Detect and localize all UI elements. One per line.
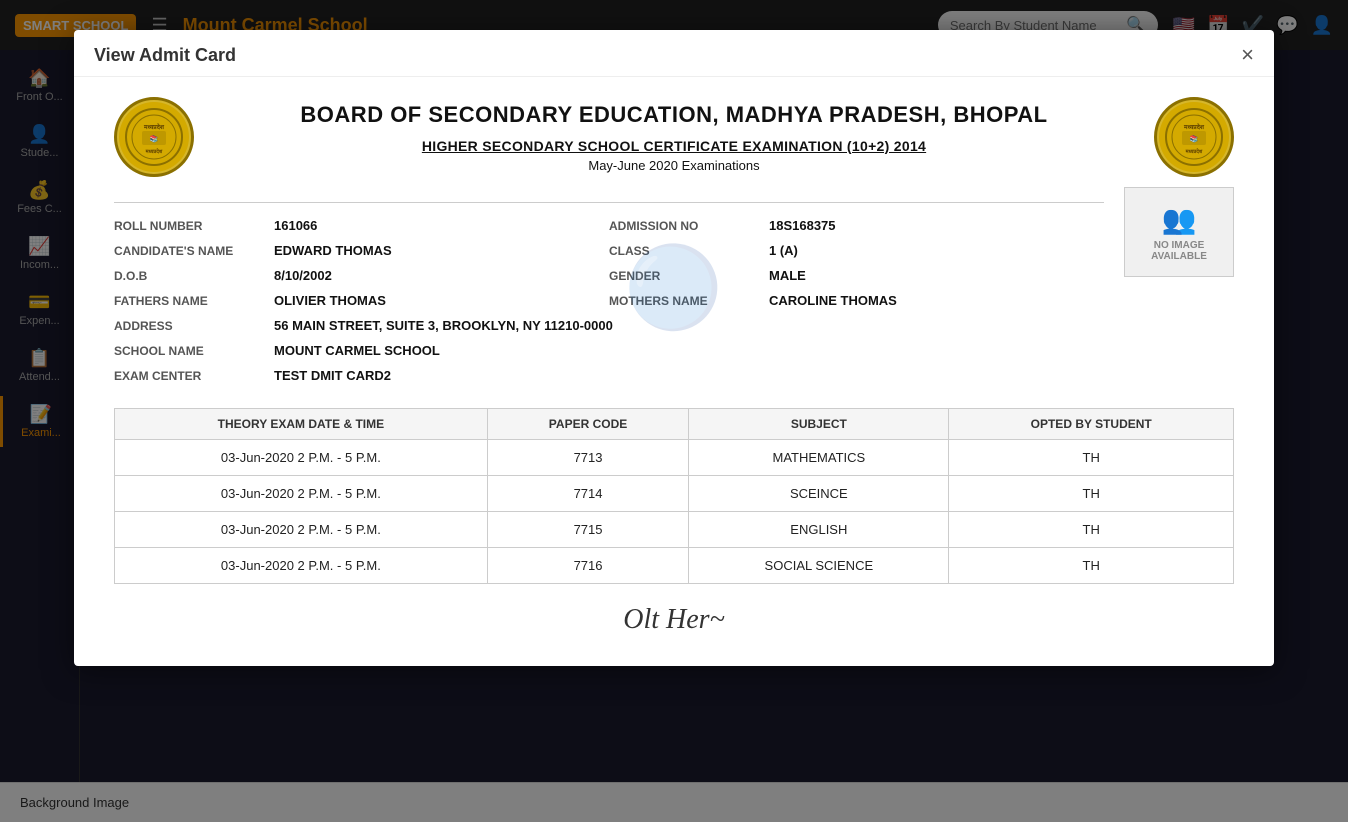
right-emblem-inner: मध्यप्रदेश 📚 मध्यप्रदेश: [1159, 102, 1229, 172]
table-row: 03-Jun-2020 2 P.M. - 5 P.M. 7715 ENGLISH…: [115, 512, 1234, 548]
svg-text:मध्यप्रदेश: मध्यप्रदेश: [1185, 148, 1203, 155]
info-watermark-container: 🔵 ROLL NUMBER 161066 ADM: [114, 187, 1234, 388]
left-emblem-inner: मध्यप्रदेश 📚 मध्यप्रदेश: [119, 102, 189, 172]
svg-text:📚: 📚: [1190, 134, 1199, 143]
mothers-name-label: MOTHERS NAME: [609, 294, 769, 308]
admission-no-value: 18S168375: [769, 218, 836, 233]
mothers-name-value: CAROLINE THOMAS: [769, 293, 897, 308]
modal-header: View Admit Card ×: [74, 30, 1274, 77]
cell-paper-code: 7714: [487, 476, 688, 512]
table-header-row: THEORY EXAM DATE & TIME PAPER CODE SUBJE…: [115, 409, 1234, 440]
class-row: CLASS 1 (A): [609, 238, 1104, 263]
school-name-value: MOUNT CARMEL SCHOOL: [274, 343, 440, 358]
cell-subject: SOCIAL SCIENCE: [689, 548, 949, 584]
cell-subject: ENGLISH: [689, 512, 949, 548]
school-name-label: SCHOOL NAME: [114, 344, 274, 358]
info-grid: ROLL NUMBER 161066 ADMISSION NO 18S16837…: [114, 202, 1104, 388]
candidate-name-label: CANDIDATE'S NAME: [114, 244, 274, 258]
modal-overlay: View Admit Card × मध्यप्रदेश: [0, 0, 1348, 822]
cell-opted: TH: [949, 512, 1234, 548]
cell-paper-code: 7715: [487, 512, 688, 548]
modal-body: मध्यप्रदेश 📚 मध्यप्रदेश BOARD OF SECONDA…: [74, 77, 1274, 666]
gender-label: GENDER: [609, 269, 769, 283]
exam-center-row: EXAM CENTER TEST DMIT CARD2: [114, 363, 1104, 388]
class-label: CLASS: [609, 244, 769, 258]
roll-number-label: ROLL NUMBER: [114, 219, 274, 233]
cell-subject: MATHEMATICS: [689, 440, 949, 476]
col-header-paper-code: PAPER CODE: [487, 409, 688, 440]
svg-text:मध्यप्रदेश: मध्यप्रदेश: [143, 123, 165, 131]
no-photo-icon: 👥: [1162, 203, 1197, 236]
exam-title: HIGHER SECONDARY SCHOOL CERTIFICATE EXAM…: [214, 138, 1134, 154]
col-header-opted: OPTED BY STUDENT: [949, 409, 1234, 440]
dob-value: 8/10/2002: [274, 268, 332, 283]
candidate-name-row: CANDIDATE'S NAME EDWARD THOMAS: [114, 238, 609, 263]
admit-card-header: मध्यप्रदेश 📚 मध्यप्रदेश BOARD OF SECONDA…: [114, 97, 1234, 177]
modal-title: View Admit Card: [94, 45, 236, 66]
student-info-area: ROLL NUMBER 161066 ADMISSION NO 18S16837…: [114, 187, 1234, 388]
table-row: 03-Jun-2020 2 P.M. - 5 P.M. 7714 SCEINCE…: [115, 476, 1234, 512]
col-header-date: THEORY EXAM DATE & TIME: [115, 409, 488, 440]
admit-card-modal: View Admit Card × मध्यप्रदेश: [74, 30, 1274, 666]
exam-center-value: TEST DMIT CARD2: [274, 368, 391, 383]
table-row: 03-Jun-2020 2 P.M. - 5 P.M. 7713 MATHEMA…: [115, 440, 1234, 476]
address-row: ADDRESS 56 MAIN STREET, SUITE 3, BROOKLY…: [114, 313, 1104, 338]
svg-text:📚: 📚: [150, 134, 159, 143]
admit-card: मध्यप्रदेश 📚 मध्यप्रदेश BOARD OF SECONDA…: [114, 97, 1234, 636]
fathers-name-value: OLIVIER THOMAS: [274, 293, 386, 308]
cell-paper-code: 7713: [487, 440, 688, 476]
cell-subject: SCEINCE: [689, 476, 949, 512]
candidate-name-value: EDWARD THOMAS: [274, 243, 392, 258]
roll-number-value: 161066: [274, 218, 317, 233]
fathers-name-row: FATHERS NAME OLIVIER THOMAS: [114, 288, 609, 313]
admit-title-block: BOARD OF SECONDARY EDUCATION, MADHYA PRA…: [194, 101, 1154, 173]
mothers-name-row: MOTHERS NAME CAROLINE THOMAS: [609, 288, 1104, 313]
emblem-svg: मध्यप्रदेश 📚 मध्यप्रदेश: [124, 107, 184, 167]
cell-date: 03-Jun-2020 2 P.M. - 5 P.M.: [115, 476, 488, 512]
dob-row: D.O.B 8/10/2002: [114, 263, 609, 288]
student-photo: 👥 NO IMAGEAVAILABLE: [1124, 187, 1234, 277]
cell-opted: TH: [949, 476, 1234, 512]
gender-value: MALE: [769, 268, 806, 283]
school-name-row: SCHOOL NAME MOUNT CARMEL SCHOOL: [114, 338, 1104, 363]
admission-no-row: ADMISSION NO 18S168375: [609, 213, 1104, 238]
svg-text:मध्यप्रदेश: मध्यप्रदेश: [1183, 123, 1205, 131]
svg-text:मध्यप्रदेश: मध्यप्रदेश: [145, 148, 163, 155]
address-value: 56 MAIN STREET, SUITE 3, BROOKLYN, NY 11…: [274, 318, 613, 333]
right-emblem: मध्यप्रदेश 📚 मध्यप्रदेश: [1154, 97, 1234, 177]
dob-label: D.O.B: [114, 269, 274, 283]
no-image-label: NO IMAGEAVAILABLE: [1151, 240, 1207, 262]
left-emblem: मध्यप्रदेश 📚 मध्यप्रदेश: [114, 97, 194, 177]
fathers-name-label: FATHERS NAME: [114, 294, 274, 308]
class-value: 1 (A): [769, 243, 798, 258]
cell-opted: TH: [949, 440, 1234, 476]
cell-opted: TH: [949, 548, 1234, 584]
close-button[interactable]: ×: [1241, 44, 1254, 66]
exam-center-label: EXAM CENTER: [114, 369, 274, 383]
exam-table: THEORY EXAM DATE & TIME PAPER CODE SUBJE…: [114, 408, 1234, 584]
col-header-subject: SUBJECT: [689, 409, 949, 440]
right-emblem-svg: मध्यप्रदेश 📚 मध्यप्रदेश: [1164, 107, 1224, 167]
cell-date: 03-Jun-2020 2 P.M. - 5 P.M.: [115, 440, 488, 476]
address-label: ADDRESS: [114, 319, 274, 333]
student-info-grid: ROLL NUMBER 161066 ADMISSION NO 18S16837…: [114, 187, 1104, 388]
signature-area: Olt Her~: [114, 604, 1234, 636]
board-title: BOARD OF SECONDARY EDUCATION, MADHYA PRA…: [214, 101, 1134, 130]
cell-date: 03-Jun-2020 2 P.M. - 5 P.M.: [115, 548, 488, 584]
cell-paper-code: 7716: [487, 548, 688, 584]
table-row: 03-Jun-2020 2 P.M. - 5 P.M. 7716 SOCIAL …: [115, 548, 1234, 584]
signature: Olt Her~: [623, 604, 724, 635]
admission-no-label: ADMISSION NO: [609, 219, 769, 233]
cell-date: 03-Jun-2020 2 P.M. - 5 P.M.: [115, 512, 488, 548]
exam-period: May-June 2020 Examinations: [214, 158, 1134, 173]
roll-number-row: ROLL NUMBER 161066: [114, 213, 609, 238]
gender-row: GENDER MALE: [609, 263, 1104, 288]
